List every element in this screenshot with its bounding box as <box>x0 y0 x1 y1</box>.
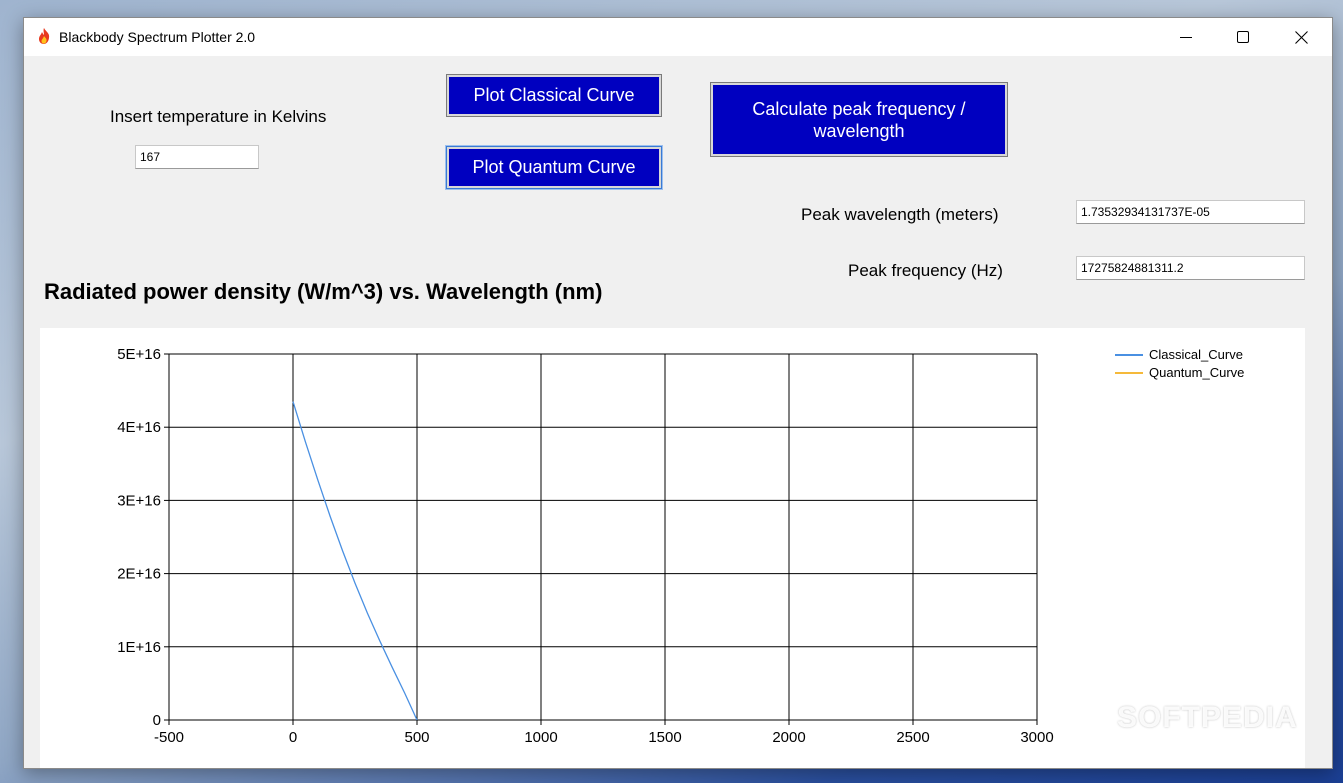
x-tick-label: -500 <box>154 729 184 746</box>
minimize-icon <box>1180 37 1192 38</box>
x-tick-label: 1500 <box>648 729 681 746</box>
x-tick-label: 2000 <box>772 729 805 746</box>
title-bar[interactable]: Blackbody Spectrum Plotter 2.0 <box>24 18 1332 56</box>
close-icon <box>1294 30 1308 44</box>
peak-frequency-field[interactable] <box>1076 256 1305 280</box>
app-window: Blackbody Spectrum Plotter 2.0 Insert te… <box>23 17 1333 769</box>
legend-label-quantum: Quantum_Curve <box>1149 365 1245 380</box>
legend-item-quantum: Quantum_Curve <box>1115 365 1244 380</box>
x-tick-label: 3000 <box>1020 729 1053 746</box>
temperature-label: Insert temperature in Kelvins <box>110 107 327 126</box>
plot-classical-button[interactable]: Plot Classical Curve <box>447 75 661 116</box>
legend-swatch-classical <box>1115 353 1143 356</box>
chart-area: -500 0 500 1000 1500 2000 2500 3000 0 1E+16 2E+16 3… <box>40 328 1305 768</box>
x-tick-label: 0 <box>289 729 297 746</box>
legend-label-classical: Classical_Curve <box>1149 347 1243 362</box>
y-tick-label: 0 <box>153 712 161 729</box>
y-tick-label: 4E+16 <box>117 419 161 436</box>
x-tick-label: 1000 <box>524 729 557 746</box>
temperature-input[interactable] <box>135 145 259 169</box>
y-tick-label: 1E+16 <box>117 639 161 656</box>
flame-icon <box>39 28 50 44</box>
close-button[interactable] <box>1272 18 1330 56</box>
calculate-peak-button[interactable]: Calculate peak frequency / wavelength <box>711 83 1007 156</box>
x-tick-label: 500 <box>404 729 429 746</box>
watermark: SOFTPEDIA <box>1117 701 1298 734</box>
maximize-button[interactable] <box>1214 18 1272 56</box>
series-line-classical-curve <box>292 401 418 721</box>
y-tick-label: 2E+16 <box>117 566 161 583</box>
minimize-button[interactable] <box>1157 18 1215 56</box>
plot-quantum-button[interactable]: Plot Quantum Curve <box>447 147 661 188</box>
legend-swatch-quantum <box>1115 371 1143 374</box>
peak-wavelength-field[interactable] <box>1076 200 1305 224</box>
y-tick-label: 3E+16 <box>117 492 161 509</box>
chart-title: Radiated power density (W/m^3) vs. Wavel… <box>44 279 603 304</box>
x-tick-label: 2500 <box>896 729 929 746</box>
peak-wavelength-label: Peak wavelength (meters) <box>801 205 999 224</box>
legend-item-classical: Classical_Curve <box>1115 347 1243 362</box>
chart-svg: -500 0 500 1000 1500 2000 2500 300001E+162E+163… <box>117 346 1053 746</box>
peak-frequency-label: Peak frequency (Hz) <box>848 261 1003 280</box>
maximize-icon <box>1237 31 1249 43</box>
y-tick-label: 5E+16 <box>117 346 161 363</box>
window-title: Blackbody Spectrum Plotter 2.0 <box>59 29 256 45</box>
